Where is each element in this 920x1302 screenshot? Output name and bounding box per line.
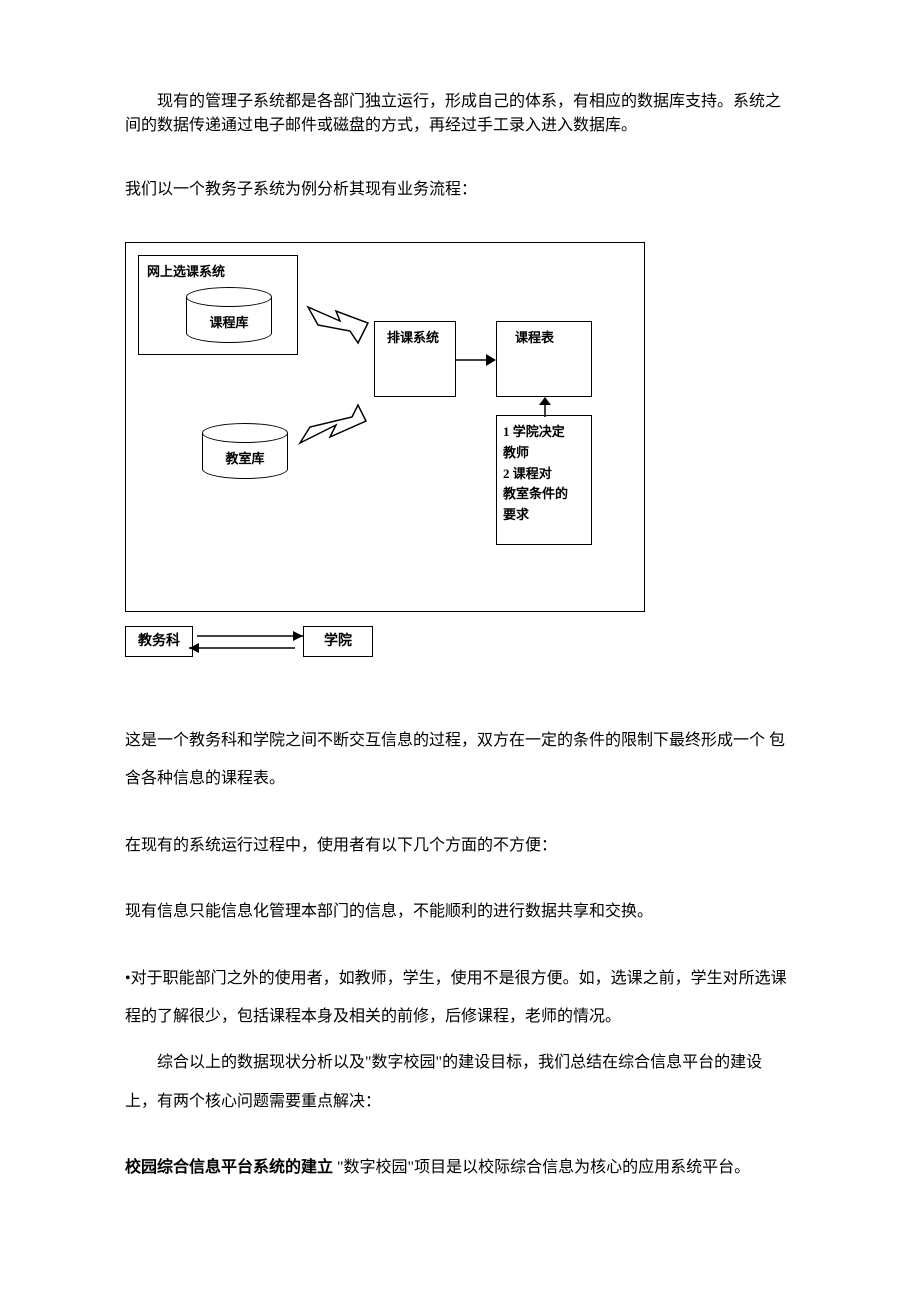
box-college: 学院 <box>303 626 373 657</box>
label-timetable: 课程表 <box>515 328 554 348</box>
factor-line: 要求 <box>503 505 585 526</box>
db-room: 教室库 <box>202 423 288 479</box>
box-factors: 1 学院决定 教师 2 课程对 教室条件的 要求 <box>496 415 592 545</box>
box-schedule-system: 排课系统 <box>374 321 456 397</box>
db-course: 课程库 <box>186 287 272 343</box>
paragraph: •对于职能部门之外的使用者，如教师，学生，使用不是很方便。如，选课之前，学生对所… <box>125 960 795 1037</box>
arrow-room-to-schedule <box>296 403 376 453</box>
heading-inline: 校园综合信息平台系统的建立 <box>125 1159 333 1176</box>
label-schedule-system: 排课系统 <box>387 328 439 348</box>
arrow-course-to-schedule <box>306 295 376 345</box>
text-inline: "数字校园"项目是以校际综合信息为核心的应用系统平台。 <box>333 1159 750 1176</box>
paragraph: 在现有的系统运行过程中，使用者有以下几个方面的不方便： <box>125 827 795 865</box>
factor-line: 教师 <box>503 443 585 464</box>
paragraph: 我们以一个教务子系统为例分析其现有业务流程： <box>125 178 795 202</box>
arrow-schedule-to-timetable <box>456 351 496 369</box>
label-db-room: 教室库 <box>202 449 288 469</box>
interaction-diagram: 教务科 学院 <box>125 622 395 662</box>
paragraph: 这是一个教务科和学院之间不断交互信息的过程，双方在一定的条件的限制下最终形成一个… <box>125 722 795 799</box>
arrow-bidirectional <box>189 630 303 654</box>
paragraph: 综合以上的数据现状分析以及"数字校园"的建设目标，我们总结在综合信息平台的建设 … <box>125 1044 795 1121</box>
paragraph: 现有信息只能信息化管理本部门的信息，不能顺利的进行数据共享和交换。 <box>125 893 795 931</box>
factor-line: 教室条件的 <box>503 484 585 505</box>
arrow-factors-to-timetable <box>536 397 554 417</box>
box-timetable: 课程表 <box>496 321 592 397</box>
box-academic-office: 教务科 <box>125 626 193 657</box>
factor-line: 2 课程对 <box>503 464 585 485</box>
flow-diagram: 网上选课系统 课程库 教室库 排课系统 课程表 1 学院决定 教师 2 课程对 … <box>125 242 645 612</box>
paragraph: 现有的管理子系统都是各部门独立运行，形成自己的体系，有相应的数据库支持。系统之间… <box>125 90 795 138</box>
label-online-select: 网上选课系统 <box>147 262 225 282</box>
paragraph: 校园综合信息平台系统的建立 "数字校园"项目是以校际综合信息为核心的应用系统平台… <box>125 1149 795 1187</box>
factor-line: 1 学院决定 <box>503 422 585 443</box>
label-db-course: 课程库 <box>186 313 272 333</box>
